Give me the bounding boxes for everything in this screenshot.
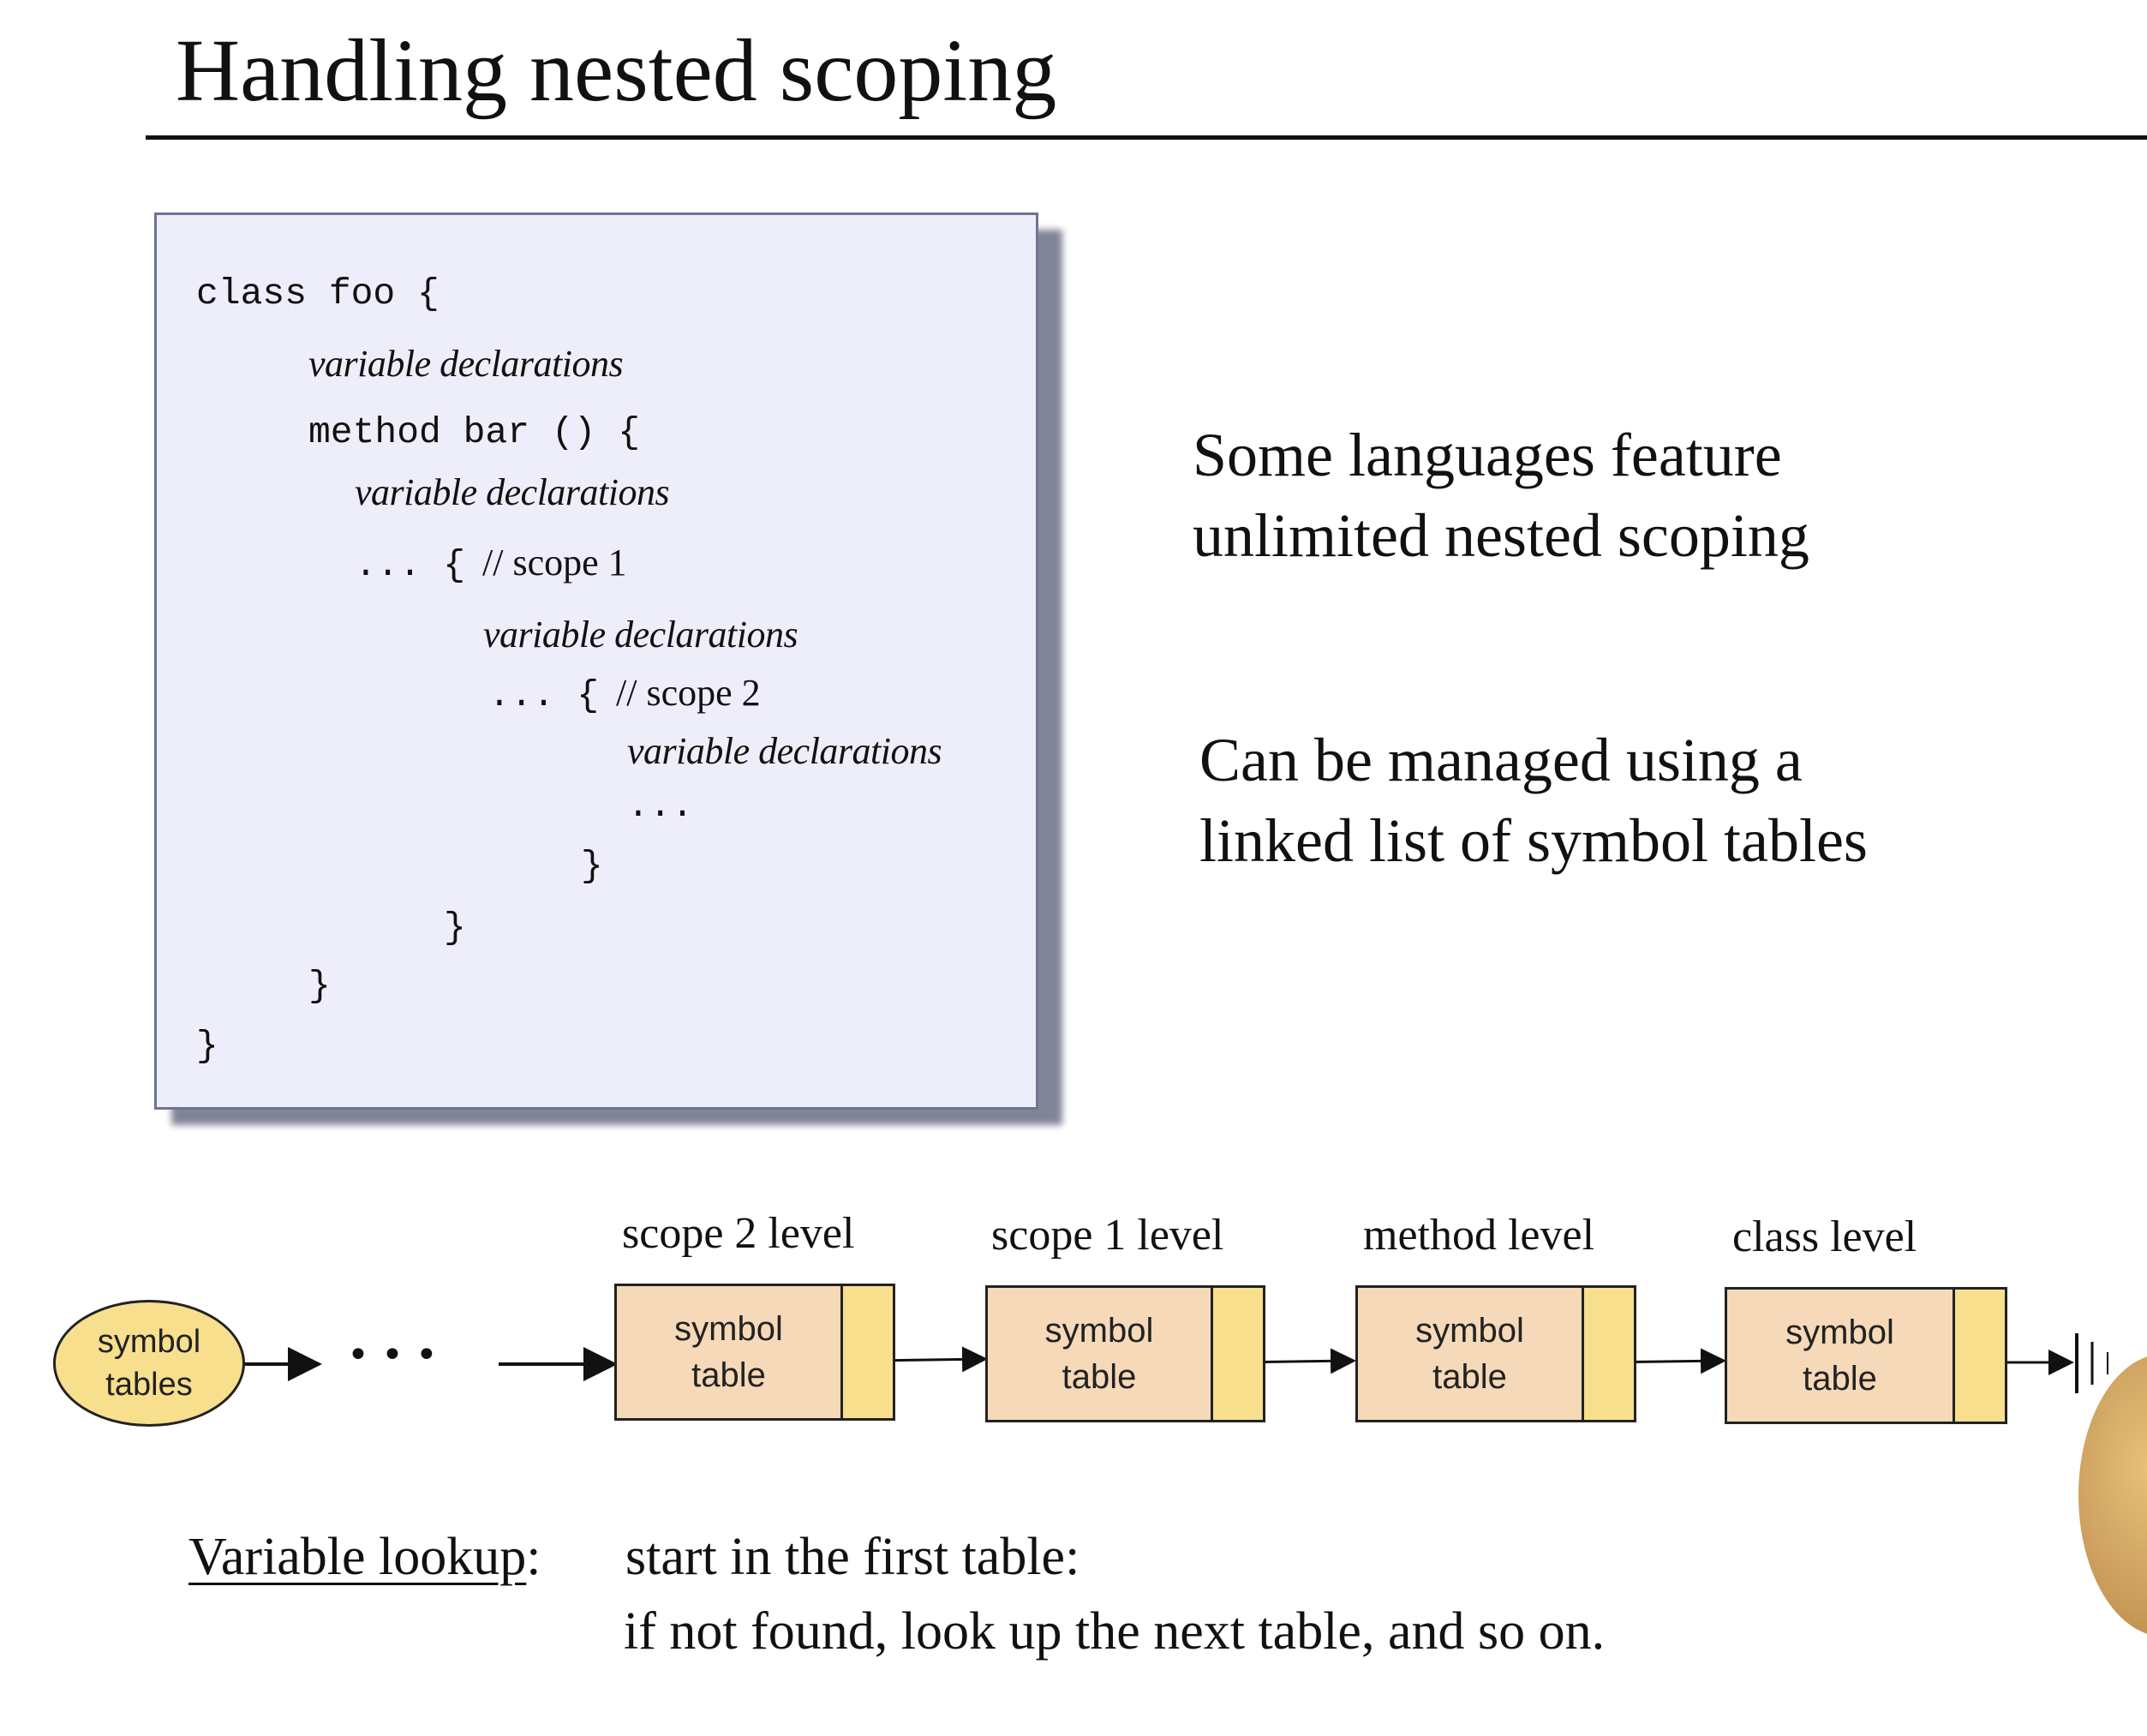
- node-method: symbol table: [1355, 1285, 1636, 1422]
- node-class-label: symbol table: [1785, 1314, 1894, 1398]
- lookup-heading-colon: :: [526, 1528, 541, 1586]
- null-ground-icon: [2075, 1333, 2108, 1393]
- node-scope1: symbol table: [985, 1285, 1265, 1422]
- level-label-scope2: scope 2 level: [622, 1209, 855, 1258]
- node-scope2: symbol table: [614, 1284, 895, 1421]
- node-method-pointer: [1582, 1288, 1634, 1420]
- lookup-heading-text: Variable lookup: [188, 1528, 527, 1586]
- node-scope1-pointer: [1211, 1288, 1263, 1420]
- node-scope1-label: symbol table: [1044, 1312, 1154, 1396]
- diagram-arrows: [245, 1333, 2108, 1393]
- node-class-pointer: [1953, 1290, 2005, 1422]
- level-label-class: class level: [1732, 1212, 1917, 1261]
- symbol-tables-head: symbol tables: [53, 1300, 245, 1427]
- node-scope2-pointer: [840, 1286, 893, 1418]
- lookup-heading: Variable lookup:: [188, 1523, 541, 1591]
- lookup-step1: start in the first table:: [625, 1528, 1080, 1586]
- node-class: symbol table: [1725, 1287, 2007, 1424]
- level-label-method: method level: [1363, 1211, 1595, 1260]
- ellipsis-dots: • • •: [347, 1333, 438, 1377]
- node-scope2-label: symbol table: [674, 1310, 783, 1394]
- level-label-scope1: scope 1 level: [991, 1211, 1224, 1260]
- node-method-label: symbol table: [1415, 1312, 1524, 1396]
- lookup-step2: if not found, look up the next table, an…: [624, 1602, 1606, 1661]
